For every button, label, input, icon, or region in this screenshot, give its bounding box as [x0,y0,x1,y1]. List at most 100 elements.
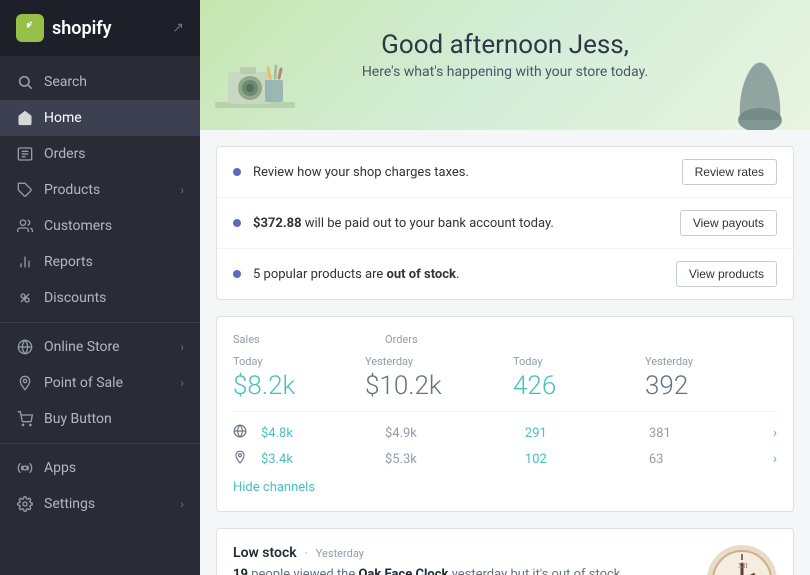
sidebar-item-apps[interactable]: Apps [0,450,200,486]
sidebar-item-discounts[interactable]: Discounts [0,280,200,316]
low-stock-badge: Yesterday [316,547,364,560]
low-stock-text-mid: people viewed the [251,567,358,575]
ch1-chevron-icon[interactable]: › [773,425,777,441]
buy-button-label: Buy Button [44,411,112,427]
products-icon [16,181,34,199]
hero-section: Good afternoon Jess, Here's what's happe… [200,0,810,130]
online-store-chevron-icon: › [180,340,184,354]
settings-label: Settings [44,496,95,512]
discounts-icon [16,289,34,307]
sales-today-col: Today $8.2k [233,355,365,401]
content-area: Review how your shop charges taxes. Revi… [200,130,810,575]
sidebar-item-pos[interactable]: Point of Sale › [0,365,200,401]
sales-yesterday-col: Yesterday $10.2k [365,355,497,401]
shopify-logo-icon [16,14,44,42]
buy-button-icon [16,410,34,428]
orders-yesterday-label: Yesterday [645,355,777,368]
sidebar: shopify ↗ Search Home [0,0,200,575]
discounts-label: Discounts [44,290,106,306]
sales-today-label: Today [233,355,365,368]
home-label: Home [44,110,82,126]
sales-yesterday-value: $10.2k [365,371,497,401]
low-stock-title: Low stock [233,545,297,561]
nav-divider-2 [0,443,200,444]
notification-text-payout: $372.88 will be paid out to your bank ac… [253,216,680,231]
customers-icon [16,217,34,235]
ch1-sales-yesterday: $4.9k [385,426,509,441]
nav-divider-1 [0,322,200,323]
sidebar-nav: Search Home Orders [0,56,200,575]
sidebar-item-settings[interactable]: Settings › [0,486,200,522]
sidebar-item-orders[interactable]: Orders [0,136,200,172]
settings-chevron-icon: › [180,497,184,511]
globe-icon [233,424,253,442]
sidebar-item-online-store[interactable]: Online Store › [0,329,200,365]
search-label: Search [44,74,87,90]
hero-illustration-left [210,30,300,130]
ch2-sales-yesterday: $5.3k [385,452,509,467]
orders-label: Orders [44,146,86,162]
stat-orders-label-cell: Orders [369,333,505,349]
hero-greeting: Good afternoon Jess, [240,30,770,60]
stock-suffix: . [456,267,459,282]
low-stock-count: 19 [233,567,248,575]
stock-highlight: out of stock [387,267,456,282]
pos-icon [16,374,34,392]
notification-dot-payout [233,219,241,227]
external-link-icon[interactable]: ↗ [172,20,184,36]
notification-stock: 5 popular products are out of stock. Vie… [217,249,793,299]
hero-subtitle: Here's what's happening with your store … [240,64,770,80]
online-store-label: Online Store [44,339,120,355]
stats-main-values: Today $8.2k Yesterday $10.2k Today 426 Y… [233,355,777,401]
orders-yesterday-col: Yesterday 392 [645,355,777,401]
sales-section-title: Sales [233,333,369,346]
logo-text: shopify [52,18,112,39]
pos-label: Point of Sale [44,375,123,391]
sidebar-item-home[interactable]: Home [0,100,200,136]
stat-spacer2 [641,333,777,349]
orders-section-title: Orders [385,333,505,346]
sidebar-item-products[interactable]: Products › [0,172,200,208]
pos-chevron-icon: › [180,376,184,390]
ch1-orders-yesterday: 381 [649,426,773,441]
low-stock-card: Low stock · Yesterday 19 people viewed t… [216,528,794,575]
payout-amount: $372.88 [253,216,302,231]
stat-sales-label-cell: Sales [233,333,369,349]
sidebar-item-customers[interactable]: Customers [0,208,200,244]
review-rates-button[interactable]: Review rates [682,159,777,185]
apps-label: Apps [44,460,76,476]
notification-dot-stock [233,270,241,278]
products-chevron-icon: › [180,183,184,197]
sidebar-item-search[interactable]: Search [0,64,200,100]
channel-row-1: $4.8k $4.9k 291 381 › [233,420,777,446]
ch2-sales-today: $3.4k [261,452,385,467]
sidebar-item-reports[interactable]: Reports [0,244,200,280]
shopify-logo[interactable]: shopify [16,14,112,42]
channel-row-2: $3.4k $5.3k 102 63 › [233,446,777,472]
customers-label: Customers [44,218,112,234]
hero-illustration-right [730,40,790,130]
reports-label: Reports [44,254,93,270]
low-stock-content: Low stock · Yesterday 19 people viewed t… [233,545,707,575]
sales-today-value: $8.2k [233,371,365,401]
low-stock-product-image: XII III VI IX [707,545,777,575]
ch2-chevron-icon[interactable]: › [773,451,777,467]
apps-icon [16,459,34,477]
stats-top-row: Sales Orders [233,333,777,349]
view-products-button[interactable]: View products [676,261,777,287]
stats-divider [233,411,777,412]
products-label: Products [44,182,100,198]
low-stock-header: Low stock · Yesterday [233,545,707,561]
notifications-card: Review how your shop charges taxes. Revi… [216,146,794,300]
svg-text:XII: XII [738,562,748,570]
sidebar-header: shopify ↗ [0,0,200,56]
sidebar-item-buy-button[interactable]: Buy Button [0,401,200,437]
notification-payout: $372.88 will be paid out to your bank ac… [217,198,793,249]
online-store-icon [16,338,34,356]
reports-icon [16,253,34,271]
hide-channels-link[interactable]: Hide channels [233,480,777,495]
payout-suffix: will be paid out to your bank account to… [302,216,554,231]
ch2-orders-today: 102 [509,452,649,467]
main-content: Good afternoon Jess, Here's what's happe… [200,0,810,575]
view-payouts-button[interactable]: View payouts [680,210,777,236]
